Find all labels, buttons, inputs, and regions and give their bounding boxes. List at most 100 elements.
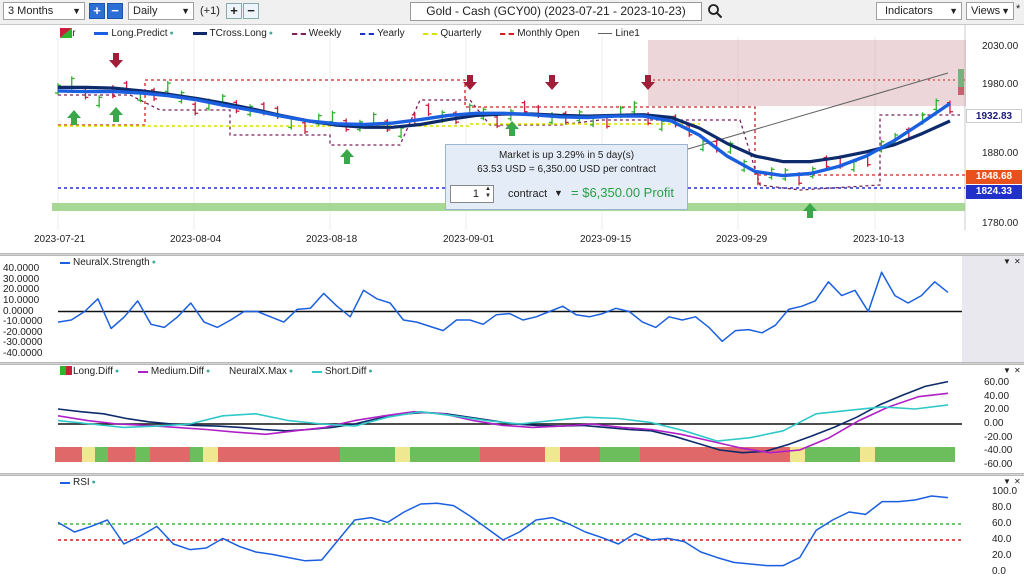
settings-dot-icon: ● <box>169 30 174 37</box>
long-predict-price-tag: 1932.83 <box>966 109 1022 123</box>
legend-weekly-label: Weekly <box>308 28 342 39</box>
toolbar: 3 Months ▼ + − Daily ▼ (+1) + − Gold - C… <box>0 0 1024 25</box>
offset-minus-button[interactable]: − <box>243 3 259 19</box>
yearly-swatch <box>360 32 375 35</box>
pane-close-icon[interactable]: ✕ <box>1014 366 1021 375</box>
date-tick-6: 2023-10-13 <box>853 234 905 245</box>
legend-weekly[interactable]: Weekly <box>291 28 342 39</box>
neuralx-max-segment <box>600 447 640 462</box>
axis-tick-label: -40.0000 <box>3 348 43 359</box>
sell-signal-arrow-icon <box>463 75 477 90</box>
pane-collapse-icon[interactable]: ▼ <box>1003 257 1011 266</box>
legend-monthly-open[interactable]: Monthly Open <box>500 28 580 39</box>
legend-quarterly[interactable]: Quarterly <box>423 28 482 39</box>
neuralx-max-segment <box>860 447 875 462</box>
neuralx-max-segment <box>560 447 600 462</box>
stepper-arrows-icon[interactable]: ▲ ▼ <box>485 186 491 200</box>
axis-tick-label: 20.0 <box>992 550 1012 561</box>
legend-yearly-label: Yearly <box>377 28 405 39</box>
period-select[interactable]: 3 Months ▼ <box>3 2 85 20</box>
pane-close-icon[interactable]: ✕ <box>1014 257 1021 266</box>
quantity-stepper[interactable]: 1 ▲ ▼ <box>450 185 494 203</box>
interval-select[interactable]: Daily ▼ <box>128 2 194 20</box>
indicators-dropdown[interactable]: Indicators ▼ <box>876 2 962 20</box>
strength-legend[interactable]: NeuralX.Strength ● <box>60 257 156 268</box>
chevron-down-icon: ▼ <box>1001 6 1010 16</box>
profit-value: = $6,350.00 Profit <box>571 185 674 200</box>
neuralx-max-segment <box>340 447 395 462</box>
medium-diff-swatch <box>137 370 148 373</box>
sell-signal-arrow-icon <box>109 53 123 68</box>
legend-short-diff[interactable]: Short.Diff ● <box>311 366 373 377</box>
legend-line1-label: Line1 <box>615 28 640 39</box>
legend-line1[interactable]: Line1 <box>598 28 640 39</box>
indicators-label: Indicators <box>885 5 933 17</box>
legend-neuralx-max[interactable]: NeuralX.Max ● <box>60 366 294 377</box>
legend-long-predict-label: Long.Predict <box>111 28 168 39</box>
neuralx-max-segment <box>410 447 480 462</box>
legend-medium-diff-label: Medium.Diff <box>150 366 205 377</box>
date-tick-0: 2023-07-21 <box>34 234 86 245</box>
yearly-price-tag: 1824.33 <box>966 185 1022 199</box>
legend-quarterly-label: Quarterly <box>440 28 482 39</box>
date-tick-2: 2023-08-18 <box>306 234 358 245</box>
views-dropdown[interactable]: Views ▼ <box>966 2 1014 20</box>
settings-dot-icon: ● <box>206 368 211 375</box>
rsi-chart[interactable] <box>0 476 1024 583</box>
axis-tick-label: -60.00 <box>984 459 1013 470</box>
axis-tick-label: 60.0 <box>992 518 1012 529</box>
chevron-down-icon: ▼ <box>72 6 81 16</box>
strength-chart[interactable] <box>0 256 1024 362</box>
legend-yearly[interactable]: Yearly <box>360 28 405 39</box>
last-bar-marker <box>958 69 964 87</box>
search-icon[interactable] <box>707 3 723 19</box>
diff-pane[interactable]: Long.Diff ● Medium.Diff ● NeuralX.Max ● Sho… <box>0 365 1024 473</box>
last-bar-marker <box>958 87 964 95</box>
rsi-legend-label: RSI <box>73 477 90 488</box>
strength-swatch <box>60 261 70 264</box>
pane-close-icon[interactable]: ✕ <box>1014 477 1021 486</box>
buy-signal-arrow-icon <box>340 149 354 164</box>
monthly-open-price-tag: 1848.68 <box>966 170 1022 184</box>
axis-tick-label: -30.0000 <box>3 337 43 349</box>
zoom-out-button[interactable]: − <box>107 3 123 19</box>
offset-plus-button[interactable]: + <box>226 3 242 19</box>
price-tick-1880: 1880.00 <box>982 148 1019 159</box>
strength-pane[interactable]: NeuralX.Strength ● ▼ ✕ 40.0000 30.0000 20.0… <box>0 256 1024 362</box>
price-chart[interactable] <box>0 25 1024 253</box>
settings-dot-icon: ● <box>288 368 294 375</box>
period-value: 3 Months <box>8 5 54 17</box>
rsi-legend[interactable]: RSI ● <box>60 477 96 488</box>
axis-tick-label: -10.0000 <box>3 316 43 328</box>
diff-chart[interactable] <box>0 365 1024 473</box>
legend-long-predict[interactable]: Long.Predict ● <box>94 28 174 39</box>
legend-neuralx-max-label: NeuralX.Max <box>229 366 287 377</box>
pane-collapse-icon[interactable]: ▼ <box>1003 477 1011 486</box>
legend-medium-diff[interactable]: Medium.Diff ● <box>137 366 211 377</box>
symbol-title-input[interactable]: Gold - Cash (GCY00) (2023-07-21 - 2023-1… <box>410 2 702 21</box>
rsi-pane[interactable]: RSI ● ▼ ✕ 100.0 80.0 60.0 40.0 20.0 0.0 <box>0 476 1024 583</box>
neuralx-max-segment <box>203 447 218 462</box>
zoom-in-button[interactable]: + <box>89 3 105 19</box>
equals-sign: = <box>571 185 579 200</box>
date-tick-3: 2023-09-01 <box>443 234 495 245</box>
short-diff-swatch <box>311 370 322 373</box>
legend-bar[interactable]: Bar <box>60 28 76 39</box>
chevron-down-icon: ▼ <box>949 6 958 16</box>
contract-dropdown-icon[interactable]: ▼ <box>554 188 563 198</box>
axis-tick-label: 20.0000 <box>3 284 40 296</box>
price-tick-2030: 2030.00 <box>982 41 1019 52</box>
axis-tick-label: 0.0 <box>992 566 1006 577</box>
price-legend: Bar Long.Predict● TCross.Long● Weekly Ye… <box>60 28 656 39</box>
symbol-title: Gold - Cash (GCY00) (2023-07-21 - 2023-1… <box>426 4 686 18</box>
legend-tcross-long[interactable]: TCross.Long ● <box>192 28 273 39</box>
legend-monthly-open-label: Monthly Open <box>517 28 580 39</box>
neuralx-max-icon <box>60 366 72 375</box>
axis-tick-label: 0.00 <box>984 418 1004 429</box>
profit-amount: $6,350.00 Profit <box>582 185 675 200</box>
right-gutter <box>962 256 1024 362</box>
price-pane[interactable]: Bar Long.Predict● TCross.Long● Weekly Ye… <box>0 25 1024 253</box>
axis-tick-label: 0.0000 <box>3 305 34 317</box>
pane-collapse-icon[interactable]: ▼ <box>1003 366 1011 375</box>
bar-icon <box>60 28 72 38</box>
